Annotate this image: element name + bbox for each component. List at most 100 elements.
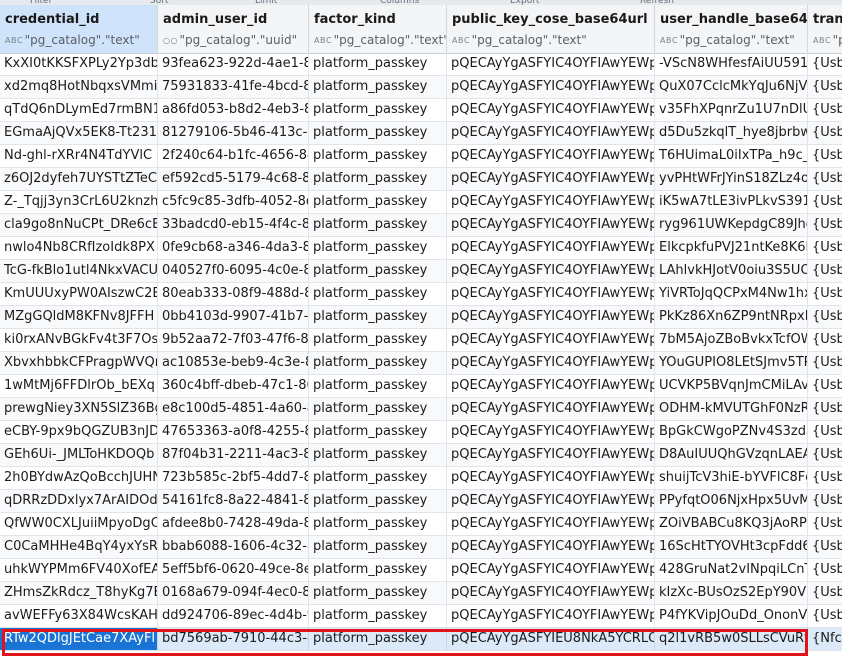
column-header-credential-id[interactable]: credential_id A B C "pg_catalog"."text" [0, 5, 158, 53]
table-row[interactable]: ZHmsZkRdcz_T8hyKg7EI 0168a679-094f-4ec0-8… [0, 582, 842, 605]
table-row[interactable]: qTdQ6nDLymEd7rmBN1 a86fd053-b8d2-4eb3-89 p… [0, 99, 842, 122]
cell-public-key-cose-base64url[interactable]: pQECAyYgASFYIC4OYFIAwYEWpO [447, 168, 655, 191]
table-row[interactable]: XbvxhbbkCFPragpWVQr ac10853e-beb9-4c3e-8d… [0, 352, 842, 375]
cell-factor-kind[interactable]: platform_passkey [309, 76, 447, 99]
cell-transports[interactable]: {Usb} [808, 168, 842, 191]
cell-public-key-cose-base64url[interactable]: pQECAyYgASFYIC4OYFIAwYEWpO [447, 536, 655, 559]
cell-credential-id[interactable]: eCBY-9px9bQGZUB3nJD [0, 421, 158, 444]
cell-public-key-cose-base64url[interactable]: pQECAyYgASFYIC4OYFIAwYEWpO [447, 99, 655, 122]
table-row[interactable]: TcG-fkBlo1utl4NkxVACU 040527f0-6095-4c0e-… [0, 260, 842, 283]
cell-user-handle-base64url[interactable]: ODHM-kMVUTGhF0NzR [655, 398, 808, 421]
cell-factor-kind[interactable]: platform_passkey [309, 122, 447, 145]
cell-user-handle-base64url[interactable]: UCVKP5BVqnJmCMiLAvE [655, 375, 808, 398]
cell-credential-id[interactable]: cla9go8nNuCPt_DRe6cE [0, 214, 158, 237]
cell-admin-user-id[interactable]: c5fc9c85-3dfb-4052-8d2 [158, 191, 309, 214]
cell-admin-user-id[interactable]: 93fea623-922d-4ae1-8a [158, 53, 309, 76]
cell-user-handle-base64url[interactable]: 7bM5AjoZBoBvkxTcfOW [655, 329, 808, 352]
cell-public-key-cose-base64url[interactable]: pQECAyYgASFYIC4OYFIAwYEWpO [447, 214, 655, 237]
cell-user-handle-base64url[interactable]: ElkcpkfuPVJ21ntKe8K6L [655, 237, 808, 260]
cell-transports[interactable]: {Usb} [808, 582, 842, 605]
table-row[interactable]: cla9go8nNuCPt_DRe6cE 33badcd0-eb15-4f4c-8… [0, 214, 842, 237]
cell-public-key-cose-base64url[interactable]: pQECAyYgASFYIC4OYFIAwYEWpO [447, 145, 655, 168]
cell-credential-id[interactable]: RTw2QDlgJEtCae7XAyFl [0, 628, 158, 651]
cell-user-handle-base64url[interactable]: ryg961UWKepdgC89Jhg [655, 214, 808, 237]
cell-admin-user-id[interactable]: ef592cd5-5179-4c68-8bf [158, 168, 309, 191]
cell-factor-kind[interactable]: platform_passkey [309, 490, 447, 513]
cell-public-key-cose-base64url[interactable]: pQECAyYgASFYIC4OYFIAwYEWpO [447, 53, 655, 76]
cell-credential-id[interactable]: C0CaMHHe4BqY4yxYsRu [0, 536, 158, 559]
cell-factor-kind[interactable]: platform_passkey [309, 99, 447, 122]
cell-admin-user-id[interactable]: 0168a679-094f-4ec0-81 [158, 582, 309, 605]
cell-transports[interactable]: {Usb} [808, 237, 842, 260]
table-row[interactable]: eCBY-9px9bQGZUB3nJD 47653363-a0f8-4255-85… [0, 421, 842, 444]
cell-credential-id[interactable]: EGmaAjQVx5EK8-Tt231- [0, 122, 158, 145]
cell-transports[interactable]: {Usb} [808, 444, 842, 467]
cell-credential-id[interactable]: prewgNiey3XN5SlZ36Bg [0, 398, 158, 421]
cell-user-handle-base64url[interactable]: T6HUimaL0iIxTPa_h9c_Jv [655, 145, 808, 168]
cell-user-handle-base64url[interactable]: BpGkCWgoPZNv4S3zda [655, 421, 808, 444]
cell-credential-id[interactable]: avWEFFy63X84WcsKAHv [0, 605, 158, 628]
cell-admin-user-id[interactable]: bd7569ab-7910-44c3-8b [158, 628, 309, 651]
cell-factor-kind[interactable]: platform_passkey [309, 513, 447, 536]
cell-admin-user-id[interactable]: 0fe9cb68-a346-4da3-8a [158, 237, 309, 260]
cell-public-key-cose-base64url[interactable]: pQECAyYgASFYIEU8NkA5YCRLQm [447, 628, 655, 651]
table-row[interactable]: uhkWYPMm6FV40XofEA 5eff5bf6-0620-49ce-8eb… [0, 559, 842, 582]
cell-user-handle-base64url[interactable]: iK5wA7tLE3ivPLkvS391Fv [655, 191, 808, 214]
cell-public-key-cose-base64url[interactable]: pQECAyYgASFYIC4OYFIAwYEWpO [447, 444, 655, 467]
cell-transports[interactable]: {Nfc,U [808, 628, 842, 651]
cell-admin-user-id[interactable]: 9b52aa72-7f03-47f6-8f [158, 329, 309, 352]
cell-user-handle-base64url[interactable]: yvPHtWFrJYinS18ZLz4oM [655, 168, 808, 191]
cell-factor-kind[interactable]: platform_passkey [309, 260, 447, 283]
cell-user-handle-base64url[interactable]: PPyfqtO06NjxHpx5UvMu [655, 490, 808, 513]
table-row[interactable]: GEh6Ui-_JMLToHKDOQb 87f04b31-2211-4ac3-82… [0, 444, 842, 467]
cell-factor-kind[interactable]: platform_passkey [309, 375, 447, 398]
cell-transports[interactable]: {Usb} [808, 306, 842, 329]
cell-admin-user-id[interactable]: 723b585c-2bf5-4dd7-87 [158, 467, 309, 490]
cell-public-key-cose-base64url[interactable]: pQECAyYgASFYIC4OYFIAwYEWpO [447, 352, 655, 375]
cell-user-handle-base64url[interactable]: kIzXc-BUsOzS2EpY90VD [655, 582, 808, 605]
cell-transports[interactable]: {Usb} [808, 283, 842, 306]
table-row[interactable]: qDRRzDDxlyx7ArAIDOdj 54161fc8-8a22-4841-8… [0, 490, 842, 513]
cell-transports[interactable]: {Usb} [808, 352, 842, 375]
cell-factor-kind[interactable]: platform_passkey [309, 214, 447, 237]
cell-transports[interactable]: {Usb} [808, 559, 842, 582]
cell-transports[interactable]: {Usb} [808, 536, 842, 559]
cell-admin-user-id[interactable]: a86fd053-b8d2-4eb3-89 [158, 99, 309, 122]
cell-public-key-cose-base64url[interactable]: pQECAyYgASFYIC4OYFIAwYEWpO [447, 513, 655, 536]
cell-user-handle-base64url[interactable]: P4fYKVipJOuDd_OnonVp [655, 605, 808, 628]
cell-user-handle-base64url[interactable]: PkKz86Xn6ZP9ntNRpxR [655, 306, 808, 329]
cell-admin-user-id[interactable]: afdee8b0-7428-49da-85 [158, 513, 309, 536]
cell-public-key-cose-base64url[interactable]: pQECAyYgASFYIC4OYFIAwYEWpO [447, 559, 655, 582]
table-row[interactable]: xd2mq8HotNbqxsVMmi 75931833-41fe-4bcd-89 p… [0, 76, 842, 99]
cell-transports[interactable]: {Usb} [808, 421, 842, 444]
cell-credential-id[interactable]: KmUUUxyPW0AIszwC2E [0, 283, 158, 306]
column-header-factor-kind[interactable]: factor_kind A B C "pg_catalog"."text" [309, 5, 447, 53]
cell-credential-id[interactable]: Nd-ghl-rXRr4N4TdYVlC [0, 145, 158, 168]
cell-public-key-cose-base64url[interactable]: pQECAyYgASFYIC4OYFIAwYEWpO [447, 375, 655, 398]
cell-admin-user-id[interactable]: e8c100d5-4851-4a60-80 [158, 398, 309, 421]
cell-user-handle-base64url[interactable]: LAhlvkHJotV0oiu3S5UO [655, 260, 808, 283]
cell-factor-kind[interactable]: platform_passkey [309, 467, 447, 490]
table-row[interactable]: Z-_Tqjj3yn3CrL6U2knzhn c5fc9c85-3dfb-4052… [0, 191, 842, 214]
cell-factor-kind[interactable]: platform_passkey [309, 237, 447, 260]
cell-transports[interactable]: {Usb} [808, 260, 842, 283]
cell-credential-id[interactable]: KxXI0tKKSFXPLy2Yp3dbl [0, 53, 158, 76]
cell-credential-id[interactable]: XbvxhbbkCFPragpWVQr [0, 352, 158, 375]
cell-admin-user-id[interactable]: bbab6088-1606-4c32-8e [158, 536, 309, 559]
cell-transports[interactable]: {Usb} [808, 214, 842, 237]
cell-factor-kind[interactable]: platform_passkey [309, 352, 447, 375]
table-row[interactable]: C0CaMHHe4BqY4yxYsRu bbab6088-1606-4c32-8e… [0, 536, 842, 559]
cell-public-key-cose-base64url[interactable]: pQECAyYgASFYIC4OYFIAwYEWpO [447, 398, 655, 421]
cell-factor-kind[interactable]: platform_passkey [309, 398, 447, 421]
cell-credential-id[interactable]: nwlo4Nb8CRfIzoIdk8PX [0, 237, 158, 260]
cell-credential-id[interactable]: QfWW0CXLJuiiMpyoDgC [0, 513, 158, 536]
cell-factor-kind[interactable]: platform_passkey [309, 283, 447, 306]
cell-public-key-cose-base64url[interactable]: pQECAyYgASFYIC4OYFIAwYEWpO [447, 421, 655, 444]
cell-user-handle-base64url[interactable]: YiVRToJqQCPxM4Nw1hx [655, 283, 808, 306]
table-row[interactable]: Nd-ghl-rXRr4N4TdYVlC 2f240c64-b1fc-4656-8… [0, 145, 842, 168]
cell-credential-id[interactable]: TcG-fkBlo1utl4NkxVACU [0, 260, 158, 283]
cell-factor-kind[interactable]: platform_passkey [309, 421, 447, 444]
cell-user-handle-base64url[interactable]: 16ScHtTYOVHt3cpFdd6V [655, 536, 808, 559]
table-row[interactable]: ki0rxANvBGkFv4t3F7Osng 9b52aa72-7f03-47f6… [0, 329, 842, 352]
table-row[interactable]: KxXI0tKKSFXPLy2Yp3dbl 93fea623-922d-4ae1-… [0, 53, 842, 76]
